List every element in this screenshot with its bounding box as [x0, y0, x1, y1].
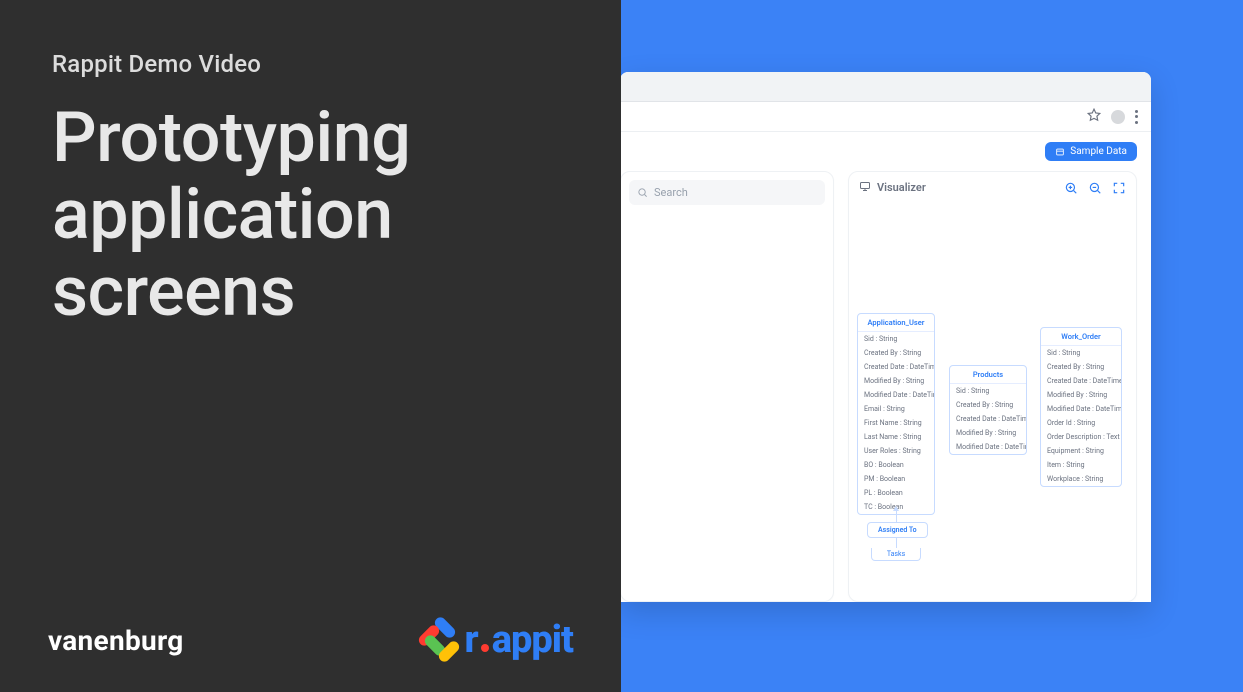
zoom-in-icon[interactable]: [1064, 181, 1078, 195]
rappit-wordmark: rrappitappit: [465, 618, 573, 662]
profile-avatar-icon[interactable]: [1111, 110, 1125, 124]
visualizer-header: Visualizer: [849, 172, 1136, 203]
entity-field: Modified By : String: [1041, 388, 1121, 402]
arrow-up-icon: [893, 506, 899, 511]
brand-row: vanenburg rrappitappit: [48, 618, 573, 662]
rappit-pills-icon: [415, 618, 459, 662]
entity-field: Email : String: [858, 402, 934, 416]
entity-field: Created By : String: [1041, 360, 1121, 374]
visualizer-icon: [859, 180, 871, 195]
visualizer-panel: Visualizer: [848, 171, 1137, 602]
entity-field: Sid : String: [1041, 346, 1121, 360]
entity-title: Work_Order: [1041, 328, 1121, 346]
kebab-menu-icon[interactable]: [1135, 110, 1139, 124]
entity-field: Equipment : String: [1041, 444, 1121, 458]
eyebrow-text: Rappit Demo Video: [52, 50, 569, 78]
title-panel: Rappit Demo Video Prototyping applicatio…: [0, 0, 621, 692]
browser-tabstrip[interactable]: [621, 72, 1151, 102]
entity-field: Modified By : String: [950, 426, 1026, 440]
search-input[interactable]: Search: [629, 180, 825, 205]
entity-field: Item : String: [1041, 458, 1121, 472]
entity-field: PL : Boolean: [858, 486, 934, 500]
entity-field: Modified Date : DateTime: [858, 388, 934, 402]
rappit-logo: rrappitappit: [415, 618, 573, 662]
vanenburg-logo: vanenburg: [48, 624, 184, 657]
entity-title: Products: [950, 366, 1026, 384]
connector-line: [896, 538, 897, 548]
stage: Rappit Demo Video Prototyping applicatio…: [0, 0, 1243, 692]
entity-field: Created By : String: [858, 346, 934, 360]
explorer-panel: Search: [621, 171, 834, 602]
entity-application-user[interactable]: Application_User Sid : StringCreated By …: [857, 313, 935, 515]
entity-field: Sid : String: [950, 384, 1026, 398]
entity-field: Last Name : String: [858, 430, 934, 444]
entity-field: Workplace : String: [1041, 472, 1121, 486]
star-icon[interactable]: [1087, 108, 1101, 125]
connector-line: [896, 510, 897, 522]
entity-field: Order Id : String: [1041, 416, 1121, 430]
entity-title: Application_User: [858, 314, 934, 332]
visualizer-title: Visualizer: [877, 181, 926, 194]
entity-products[interactable]: Products Sid : StringCreated By : String…: [949, 365, 1027, 455]
entity-field: Created Date : DateTime: [950, 412, 1026, 426]
browser-toolbar: [621, 102, 1151, 132]
entity-field: BO : Boolean: [858, 458, 934, 472]
entity-field: Order Description : Text: [1041, 430, 1121, 444]
sample-data-button[interactable]: Sample Data: [1045, 142, 1137, 161]
relationship-assigned-to[interactable]: Assigned To: [867, 522, 928, 538]
entity-field: Created By : String: [950, 398, 1026, 412]
browser-window: Sample Data Search: [621, 72, 1151, 602]
app-viewport: Sample Data Search: [621, 132, 1151, 602]
entity-field: Modified By : String: [858, 374, 934, 388]
entity-tasks[interactable]: Tasks: [871, 548, 921, 561]
fullscreen-icon[interactable]: [1112, 181, 1126, 195]
entity-field: Modified Date : DateTime: [950, 440, 1026, 454]
entity-field: Modified Date : DateTime: [1041, 402, 1121, 416]
entity-field: PM : Boolean: [858, 472, 934, 486]
entity-field: User Roles : String: [858, 444, 934, 458]
search-placeholder: Search: [654, 186, 688, 199]
entity-field: First Name : String: [858, 416, 934, 430]
entity-field: Sid : String: [858, 332, 934, 346]
entity-work-order[interactable]: Work_Order Sid : StringCreated By : Stri…: [1040, 327, 1122, 487]
preview-panel: Sample Data Search: [621, 0, 1243, 692]
headline-text: Prototyping application screens: [52, 100, 569, 331]
entity-field: Created Date : DateTime: [1041, 374, 1121, 388]
entity-field: Created Date : DateTime: [858, 360, 934, 374]
visualizer-canvas[interactable]: Application_User Sid : StringCreated By …: [849, 203, 1136, 601]
zoom-out-icon[interactable]: [1088, 181, 1102, 195]
app-top-row: Sample Data: [621, 142, 1137, 161]
panels-row: Search Visualizer: [621, 171, 1137, 602]
sample-data-button-label: Sample Data: [1070, 146, 1127, 157]
